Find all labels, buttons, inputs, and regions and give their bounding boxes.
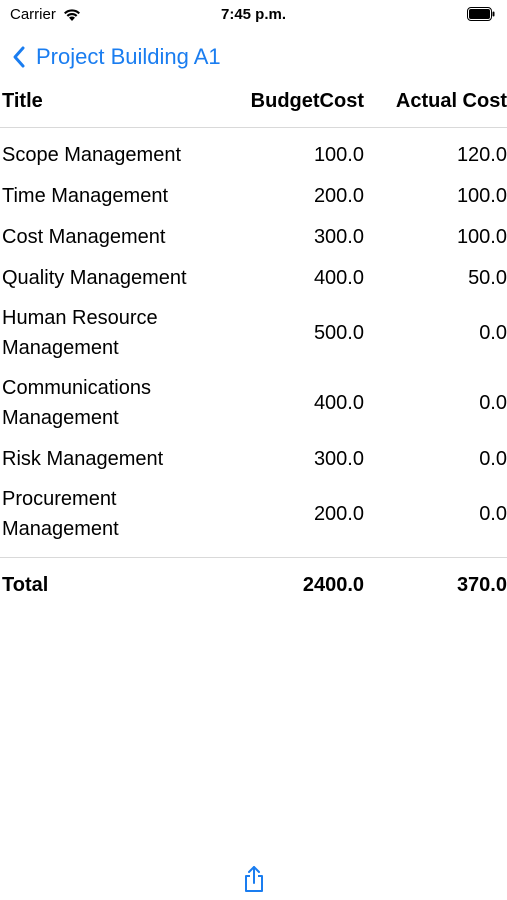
total-budget-cost: 2400.0	[302, 574, 364, 596]
row-budget-cost: 200.0	[313, 503, 364, 525]
row-title: Communications Management	[2, 377, 151, 429]
total-actual-cost: 370.0	[456, 574, 507, 596]
row-budget-cost: 100.0	[313, 143, 364, 166]
status-bar: Carrier 7:45 p.m.	[0, 0, 507, 30]
header-budget-cost: BudgetCost	[250, 90, 364, 112]
header-divider	[0, 127, 507, 128]
row-title: Procurement Management	[2, 488, 119, 540]
row-title: Quality Management	[2, 266, 187, 289]
table-row: Risk Management 300.0 0.0	[0, 438, 507, 479]
row-actual-cost: 0.0	[479, 322, 507, 344]
header-actual-cost: Actual Cost	[395, 90, 507, 112]
total-row: Total 2400.0 370.0	[0, 558, 507, 612]
navigation-bar: Project Building A1	[0, 40, 507, 80]
row-budget-cost: 300.0	[313, 447, 364, 470]
row-title: Human Resource Management	[2, 307, 158, 359]
table-header-row: Title BudgetCost Actual Cost	[0, 80, 507, 122]
table-row: Procurement Management 200.0 0.0	[0, 479, 507, 549]
row-budget-cost: 200.0	[313, 184, 364, 207]
row-actual-cost: 100.0	[456, 225, 507, 248]
row-budget-cost: 400.0	[313, 266, 364, 289]
row-title: Risk Management	[2, 447, 164, 470]
row-actual-cost: 120.0	[456, 143, 507, 166]
row-title: Cost Management	[2, 225, 166, 248]
share-icon[interactable]	[240, 864, 268, 894]
chevron-left-icon	[13, 46, 25, 68]
total-label: Total	[2, 574, 49, 596]
header-title: Title	[2, 90, 43, 112]
table-row: Communications Management 400.0 0.0	[0, 368, 507, 438]
row-budget-cost: 300.0	[313, 225, 364, 248]
table-row: Scope Management 100.0 120.0	[0, 134, 507, 175]
table-row: Quality Management 400.0 50.0	[0, 257, 507, 298]
cost-table: Title BudgetCost Actual Cost Scope Manag…	[0, 80, 507, 612]
row-actual-cost: 0.0	[479, 392, 507, 414]
row-title: Scope Management	[2, 143, 182, 166]
back-button-label: Project Building A1	[36, 44, 221, 69]
table-row: Time Management 200.0 100.0	[0, 175, 507, 216]
row-actual-cost: 100.0	[456, 184, 507, 207]
row-actual-cost: 50.0	[468, 266, 507, 289]
back-button[interactable]: Project Building A1	[12, 44, 221, 70]
table-row: Cost Management 300.0 100.0	[0, 216, 507, 257]
row-actual-cost: 0.0	[479, 503, 507, 525]
row-title: Time Management	[2, 184, 168, 207]
row-budget-cost: 400.0	[313, 392, 364, 414]
battery-icon	[467, 7, 495, 21]
status-time: 7:45 p.m.	[220, 6, 287, 23]
table-row: Human Resource Management 500.0 0.0	[0, 298, 507, 368]
bottom-toolbar	[0, 860, 507, 900]
row-budget-cost: 500.0	[313, 322, 364, 344]
row-actual-cost: 0.0	[479, 447, 507, 470]
